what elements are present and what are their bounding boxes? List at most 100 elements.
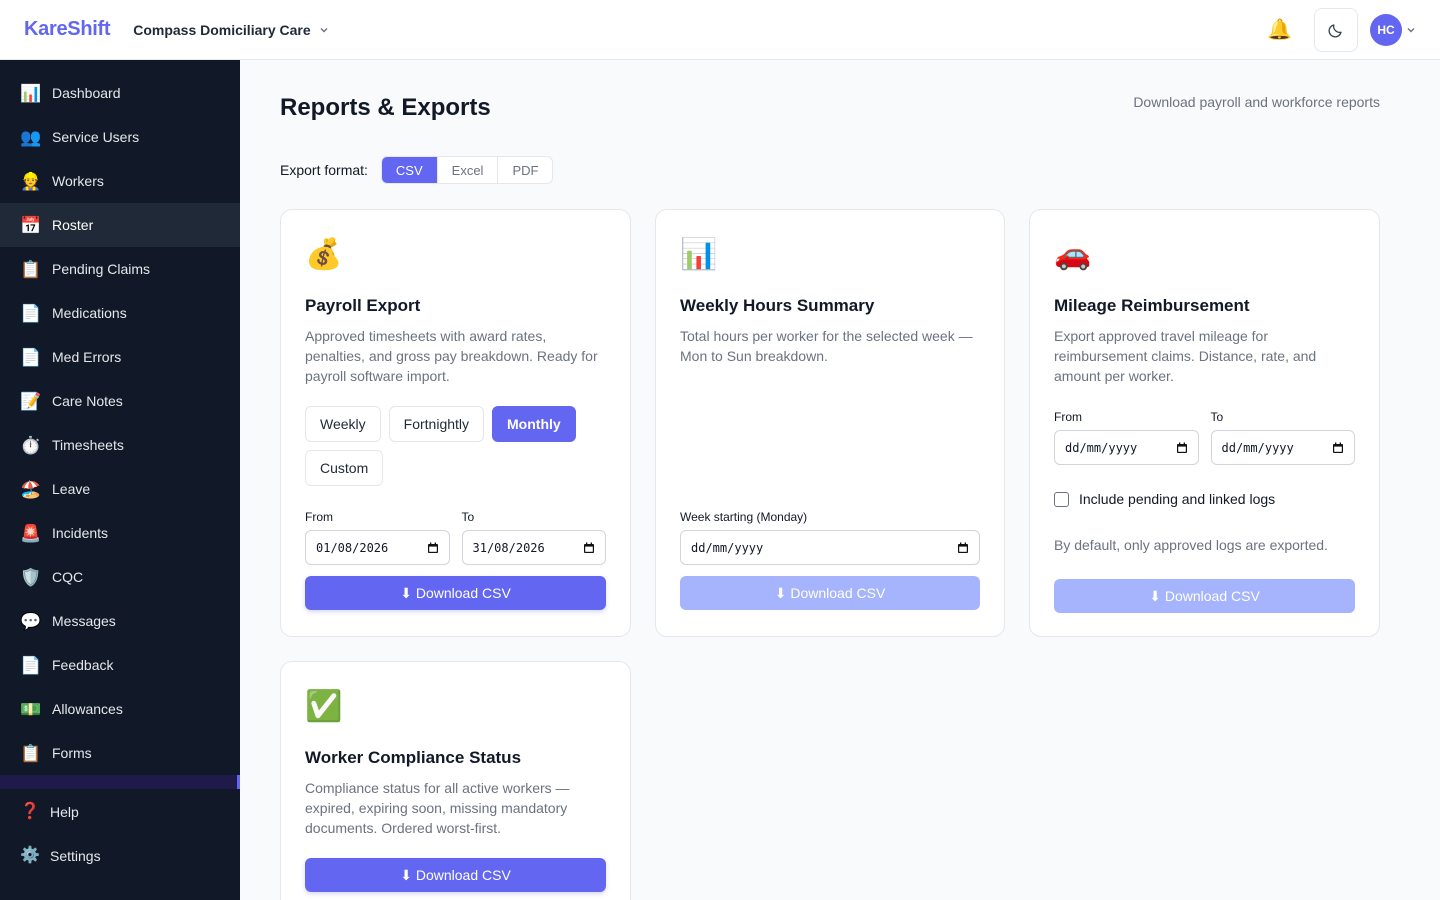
document-icon: 📄 <box>20 347 42 367</box>
sidebar-item-label: Workers <box>52 173 104 189</box>
date-range: From 01/08/2026 To 31/08/2026 <box>305 510 606 565</box>
sidebar-item-service-users[interactable]: 👥 Service Users <box>0 115 240 159</box>
card-title: Mileage Reimbursement <box>1054 296 1250 315</box>
speech-bubble-icon: 💬 <box>20 611 42 631</box>
export-format-label: Export format: <box>280 162 368 178</box>
compliance-download-button[interactable]: ⬇ Download CSV <box>305 858 606 892</box>
sidebar-item-workers[interactable]: 👷 Workers <box>0 159 240 203</box>
period-custom-button[interactable]: Custom <box>305 450 384 486</box>
include-pending-label[interactable]: Include pending and linked logs <box>1079 491 1275 507</box>
sidebar-item-cqc[interactable]: 🛡️ CQC <box>0 555 240 599</box>
sidebar-item-timesheets[interactable]: ⏱️ Timesheets <box>0 423 240 467</box>
from-date-value: dd/mm/yyyy <box>1065 440 1138 455</box>
sidebar-item-med-errors[interactable]: 📄 Med Errors <box>0 335 240 379</box>
stopwatch-icon: ⏱️ <box>20 435 42 455</box>
org-switcher[interactable]: Compass Domiciliary Care <box>133 22 328 38</box>
calendar-icon[interactable] <box>1332 442 1344 454</box>
clipboard-icon: 📋 <box>20 259 42 279</box>
calendar-icon: 📅 <box>20 215 42 235</box>
check-mark-icon: ✅ <box>305 690 343 723</box>
sidebar-item-label: Messages <box>52 613 116 629</box>
sidebar-item-messages[interactable]: 💬 Messages <box>0 599 240 643</box>
sidebar-item-label: Dashboard <box>52 85 121 101</box>
calendar-icon[interactable] <box>1176 442 1188 454</box>
format-pdf-button[interactable]: PDF <box>497 157 552 183</box>
period-selector: Weekly Fortnightly Monthly Custom <box>305 406 605 486</box>
card-description: Approved timesheets with award rates, pe… <box>305 328 598 384</box>
card-description: Total hours per worker for the selected … <box>680 328 973 364</box>
weekly-hours-card: 📊 Weekly Hours Summary Total hours per w… <box>655 209 1005 637</box>
sidebar-item-label: CQC <box>52 569 84 585</box>
period-monthly-button[interactable]: Monthly <box>492 406 576 442</box>
avatar: HC <box>1370 13 1402 46</box>
mileage-download-button[interactable]: ⬇ Download CSV <box>1054 579 1355 613</box>
sidebar-item-label: Service Users <box>52 129 140 145</box>
from-date-input[interactable]: dd/mm/yyyy <box>1054 430 1199 465</box>
to-date-input[interactable]: dd/mm/yyyy <box>1210 430 1355 465</box>
compliance-card: ✅ Worker Compliance Status Compliance st… <box>280 661 631 900</box>
to-label: To <box>461 510 475 524</box>
to-date-value: 31/08/2026 <box>472 540 545 555</box>
calendar-icon[interactable] <box>427 542 439 554</box>
card-description: Compliance status for all active workers… <box>305 780 570 836</box>
sidebar-item-care-notes[interactable]: 📝 Care Notes <box>0 379 240 423</box>
question-icon: ❓ <box>20 803 40 820</box>
format-excel-button[interactable]: Excel <box>436 157 498 183</box>
include-pending-row[interactable]: Include pending and linked logs <box>1054 491 1355 507</box>
bar-chart-icon: 📊 <box>680 238 718 271</box>
to-label: To <box>1210 410 1224 424</box>
notifications-bell-icon[interactable]: 🔔 <box>1267 20 1292 40</box>
include-pending-checkbox[interactable] <box>1054 491 1069 507</box>
sidebar-item-label: Forms <box>52 745 92 761</box>
export-format-row: Export format: CSV Excel PDF <box>280 156 554 184</box>
theme-toggle-button[interactable] <box>1314 7 1358 52</box>
sidebar-item-label: Med Errors <box>52 349 122 365</box>
from-field-group: From dd/mm/yyyy <box>1054 410 1199 465</box>
to-date-input[interactable]: 31/08/2026 <box>461 530 606 565</box>
sidebar-nav: 📊 Dashboard 👥 Service Users 👷 Workers 📅 Rost… <box>0 71 240 851</box>
sidebar-item-roster[interactable]: 📅 Roster <box>0 203 240 247</box>
sidebar-item-feedback[interactable]: 📄 Feedback <box>0 643 240 687</box>
sidebar-item-dashboard[interactable]: 📊 Dashboard <box>0 71 240 115</box>
export-format-selector: CSV Excel PDF <box>380 156 554 184</box>
from-label: From <box>305 510 333 524</box>
money-bag-icon: 💰 <box>305 238 343 271</box>
sidebar-item-help[interactable]: ❓ Help <box>0 790 240 834</box>
sidebar-item-reports-partial[interactable] <box>0 775 240 789</box>
clipboard-icon: 📋 <box>20 743 42 763</box>
chevron-down-icon <box>1407 27 1415 32</box>
sidebar-item-label: Help <box>50 804 79 820</box>
people-icon: 👥 <box>20 127 42 147</box>
payroll-export-card: 💰 Payroll Export Approved timesheets wit… <box>280 209 631 637</box>
sidebar-item-medications[interactable]: 📄 Medications <box>0 291 240 335</box>
calendar-icon[interactable] <box>583 542 595 554</box>
period-fortnightly-button[interactable]: Fortnightly <box>388 406 485 442</box>
to-field-group: To dd/mm/yyyy <box>1210 410 1355 465</box>
from-date-input[interactable]: 01/08/2026 <box>305 530 450 565</box>
mileage-card: 🚗 Mileage Reimbursement Export approved … <box>1029 209 1380 637</box>
sidebar-item-label: Care Notes <box>52 393 123 409</box>
sidebar-item-pending-claims[interactable]: 📋 Pending Claims <box>0 247 240 291</box>
payroll-download-button[interactable]: ⬇ Download CSV <box>305 576 606 610</box>
week-start-value: dd/mm/yyyy <box>691 540 764 555</box>
sidebar-item-leave[interactable]: 🏖️ Leave <box>0 467 240 511</box>
week-start-label: Week starting (Monday) <box>680 510 808 524</box>
card-title: Payroll Export <box>305 296 421 315</box>
week-start-input[interactable]: dd/mm/yyyy <box>680 530 980 565</box>
calendar-icon[interactable] <box>957 542 969 554</box>
user-menu[interactable]: HC <box>1370 13 1416 46</box>
sidebar-item-settings[interactable]: ⚙️ Settings <box>0 834 240 878</box>
to-date-value: dd/mm/yyyy <box>1221 440 1294 455</box>
period-weekly-button[interactable]: Weekly <box>305 406 381 442</box>
weekly-download-button[interactable]: ⬇ Download CSV <box>680 576 980 610</box>
document-icon: 📄 <box>20 655 42 675</box>
sidebar-item-allowances[interactable]: 💵 Allowances <box>0 687 240 731</box>
page-subtitle: Download payroll and workforce reports <box>1133 94 1380 110</box>
moon-icon <box>1328 23 1342 37</box>
top-bar: KareShift Compass Domiciliary Care 🔔 HC <box>0 0 1440 60</box>
sidebar-item-forms[interactable]: 📋 Forms <box>0 731 240 775</box>
sidebar: 📊 Dashboard 👥 Service Users 👷 Workers 📅 Rost… <box>0 60 240 900</box>
format-csv-button[interactable]: CSV <box>381 157 437 183</box>
brand-logo[interactable]: KareShift <box>24 18 111 41</box>
sidebar-item-incidents[interactable]: 🚨 Incidents <box>0 511 240 555</box>
